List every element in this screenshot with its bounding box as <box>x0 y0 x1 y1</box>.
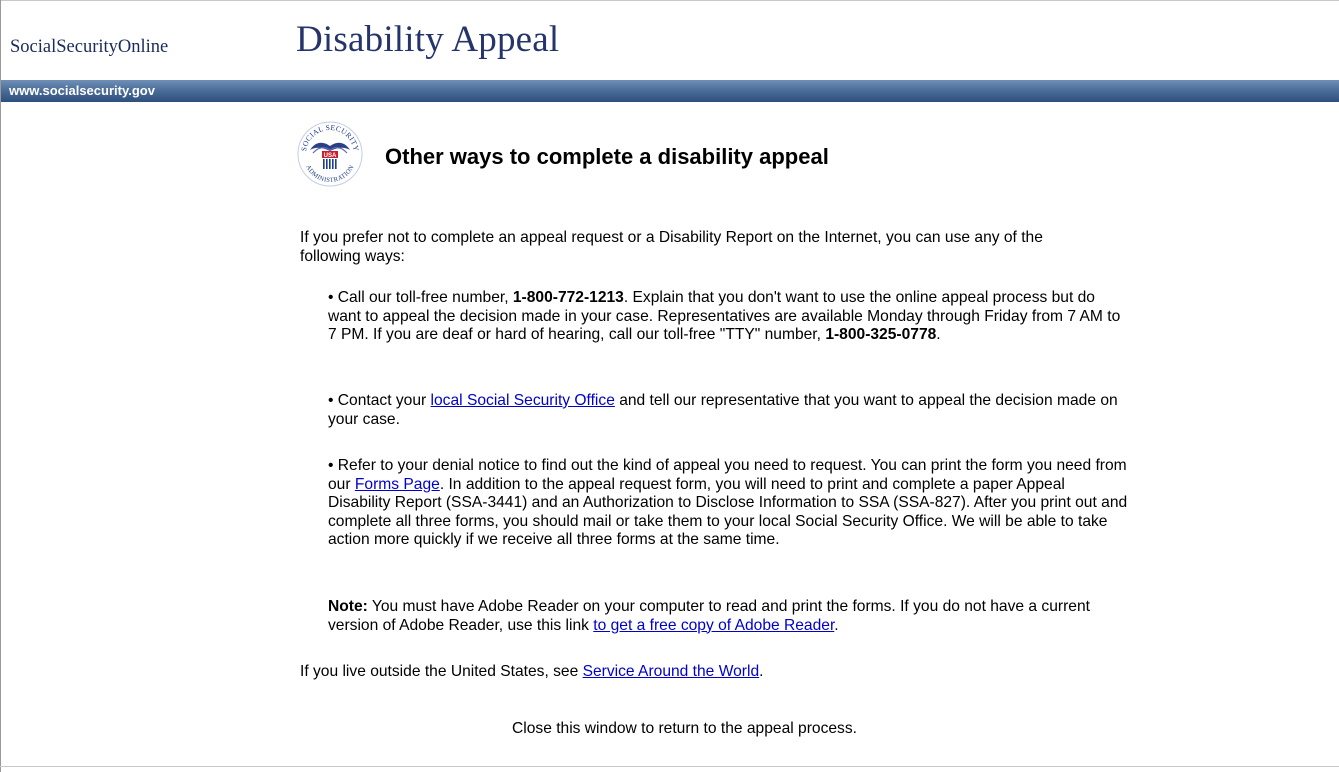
ssa-seal-icon: SOCIAL SECURITY ADMINISTRATION USA <box>297 121 363 187</box>
bullet-office-text-1: • Contact your <box>328 392 431 409</box>
intro-text: If you prefer not to complete an appeal … <box>300 229 1043 265</box>
bullet-phone: • Call our toll-free number, 1-800-772-1… <box>328 289 1128 345</box>
forms-page-link[interactable]: Forms Page <box>355 476 440 493</box>
site-url: www.socialsecurity.gov <box>9 83 155 98</box>
window-bottom-border <box>0 766 1339 767</box>
bullet-forms: • Refer to your denial notice to find ou… <box>328 457 1128 550</box>
window-left-border <box>0 0 1 772</box>
toll-free-number: 1-800-772-1213 <box>512 289 624 306</box>
outside-us-text: If you live outside the United States, s… <box>300 663 1100 682</box>
page-title: Disability Appeal <box>296 19 560 60</box>
bullet-phone-text-3: . <box>936 326 941 343</box>
service-around-world-link[interactable]: Service Around the World <box>583 663 760 680</box>
bullet-phone-text-1: • Call our toll-free number, <box>328 289 513 306</box>
site-url-bar: www.socialsecurity.gov <box>1 80 1339 102</box>
note-label: Note: <box>328 598 368 615</box>
bullet-office: • Contact your local Social Security Off… <box>328 392 1118 429</box>
adobe-note: Note: You must have Adobe Reader on your… <box>328 598 1128 635</box>
bullet-forms-text-2: . In addition to the appeal request form… <box>328 475 1128 549</box>
tty-number: 1-800-325-0778 <box>825 326 937 343</box>
adobe-reader-link[interactable]: to get a free copy of Adobe Reader <box>593 617 834 634</box>
local-office-link[interactable]: local Social Security Office <box>431 392 615 409</box>
seal-shield-text: USA <box>324 153 337 159</box>
close-window-message: Close this window to return to the appea… <box>512 720 857 737</box>
header-banner: SocialSecurityOnline Disability Appeal <box>0 0 1339 80</box>
outside-text-2: . <box>759 663 764 680</box>
brand-name: SocialSecurityOnline <box>10 37 169 57</box>
note-text-2: . <box>834 616 839 634</box>
heading-row: SOCIAL SECURITY ADMINISTRATION USA Other… <box>297 120 1120 190</box>
section-heading: Other ways to complete a disability appe… <box>385 144 829 169</box>
outside-text-1: If you live outside the United States, s… <box>300 663 583 680</box>
